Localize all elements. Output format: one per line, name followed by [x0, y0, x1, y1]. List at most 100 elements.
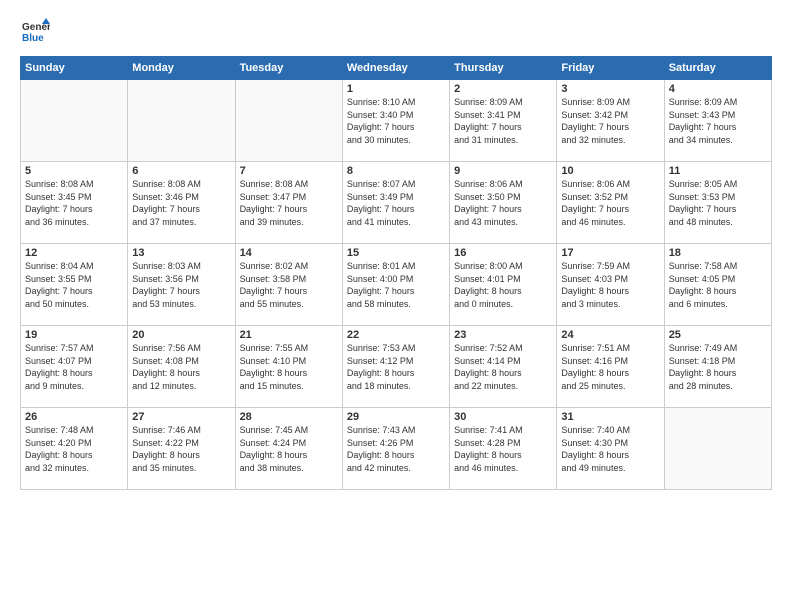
day-info: Sunrise: 8:09 AM Sunset: 3:41 PM Dayligh…	[454, 96, 552, 146]
calendar-day-cell: 17Sunrise: 7:59 AM Sunset: 4:03 PM Dayli…	[557, 244, 664, 326]
weekday-header-thursday: Thursday	[450, 57, 557, 80]
weekday-header-monday: Monday	[128, 57, 235, 80]
weekday-header-tuesday: Tuesday	[235, 57, 342, 80]
day-info: Sunrise: 8:08 AM Sunset: 3:45 PM Dayligh…	[25, 178, 123, 228]
day-number: 22	[347, 329, 445, 341]
calendar-day-cell: 15Sunrise: 8:01 AM Sunset: 4:00 PM Dayli…	[342, 244, 449, 326]
day-info: Sunrise: 7:56 AM Sunset: 4:08 PM Dayligh…	[132, 342, 230, 392]
day-number: 12	[25, 247, 123, 259]
calendar-day-cell: 5Sunrise: 8:08 AM Sunset: 3:45 PM Daylig…	[21, 162, 128, 244]
day-number: 8	[347, 165, 445, 177]
day-number: 9	[454, 165, 552, 177]
calendar-day-cell	[235, 80, 342, 162]
day-number: 14	[240, 247, 338, 259]
day-number: 17	[561, 247, 659, 259]
calendar-week-1: 1Sunrise: 8:10 AM Sunset: 3:40 PM Daylig…	[21, 80, 772, 162]
calendar-day-cell: 18Sunrise: 7:58 AM Sunset: 4:05 PM Dayli…	[664, 244, 771, 326]
day-info: Sunrise: 8:02 AM Sunset: 3:58 PM Dayligh…	[240, 260, 338, 310]
calendar-day-cell: 6Sunrise: 8:08 AM Sunset: 3:46 PM Daylig…	[128, 162, 235, 244]
calendar-day-cell: 10Sunrise: 8:06 AM Sunset: 3:52 PM Dayli…	[557, 162, 664, 244]
calendar-week-5: 26Sunrise: 7:48 AM Sunset: 4:20 PM Dayli…	[21, 408, 772, 490]
day-number: 29	[347, 411, 445, 423]
logo: General Blue	[20, 16, 50, 46]
day-number: 24	[561, 329, 659, 341]
day-number: 28	[240, 411, 338, 423]
day-info: Sunrise: 7:45 AM Sunset: 4:24 PM Dayligh…	[240, 424, 338, 474]
day-info: Sunrise: 8:01 AM Sunset: 4:00 PM Dayligh…	[347, 260, 445, 310]
calendar-week-2: 5Sunrise: 8:08 AM Sunset: 3:45 PM Daylig…	[21, 162, 772, 244]
day-number: 16	[454, 247, 552, 259]
day-number: 11	[669, 165, 767, 177]
page-header: General Blue	[20, 16, 772, 46]
calendar-day-cell: 30Sunrise: 7:41 AM Sunset: 4:28 PM Dayli…	[450, 408, 557, 490]
weekday-header-saturday: Saturday	[664, 57, 771, 80]
day-info: Sunrise: 8:08 AM Sunset: 3:47 PM Dayligh…	[240, 178, 338, 228]
day-number: 10	[561, 165, 659, 177]
calendar-day-cell: 11Sunrise: 8:05 AM Sunset: 3:53 PM Dayli…	[664, 162, 771, 244]
calendar-day-cell: 26Sunrise: 7:48 AM Sunset: 4:20 PM Dayli…	[21, 408, 128, 490]
day-number: 15	[347, 247, 445, 259]
calendar-day-cell: 8Sunrise: 8:07 AM Sunset: 3:49 PM Daylig…	[342, 162, 449, 244]
day-info: Sunrise: 8:03 AM Sunset: 3:56 PM Dayligh…	[132, 260, 230, 310]
day-number: 13	[132, 247, 230, 259]
calendar-day-cell: 29Sunrise: 7:43 AM Sunset: 4:26 PM Dayli…	[342, 408, 449, 490]
day-number: 6	[132, 165, 230, 177]
svg-text:Blue: Blue	[22, 33, 44, 44]
day-info: Sunrise: 7:49 AM Sunset: 4:18 PM Dayligh…	[669, 342, 767, 392]
day-number: 23	[454, 329, 552, 341]
calendar-day-cell: 16Sunrise: 8:00 AM Sunset: 4:01 PM Dayli…	[450, 244, 557, 326]
day-number: 20	[132, 329, 230, 341]
calendar-day-cell: 23Sunrise: 7:52 AM Sunset: 4:14 PM Dayli…	[450, 326, 557, 408]
day-info: Sunrise: 8:06 AM Sunset: 3:50 PM Dayligh…	[454, 178, 552, 228]
calendar-day-cell: 24Sunrise: 7:51 AM Sunset: 4:16 PM Dayli…	[557, 326, 664, 408]
day-info: Sunrise: 7:52 AM Sunset: 4:14 PM Dayligh…	[454, 342, 552, 392]
calendar-week-3: 12Sunrise: 8:04 AM Sunset: 3:55 PM Dayli…	[21, 244, 772, 326]
calendar-table: SundayMondayTuesdayWednesdayThursdayFrid…	[20, 56, 772, 490]
weekday-header-row: SundayMondayTuesdayWednesdayThursdayFrid…	[21, 57, 772, 80]
calendar-day-cell: 4Sunrise: 8:09 AM Sunset: 3:43 PM Daylig…	[664, 80, 771, 162]
day-number: 2	[454, 83, 552, 95]
day-info: Sunrise: 8:05 AM Sunset: 3:53 PM Dayligh…	[669, 178, 767, 228]
day-info: Sunrise: 8:04 AM Sunset: 3:55 PM Dayligh…	[25, 260, 123, 310]
weekday-header-sunday: Sunday	[21, 57, 128, 80]
day-info: Sunrise: 7:58 AM Sunset: 4:05 PM Dayligh…	[669, 260, 767, 310]
day-info: Sunrise: 7:59 AM Sunset: 4:03 PM Dayligh…	[561, 260, 659, 310]
day-number: 1	[347, 83, 445, 95]
day-number: 3	[561, 83, 659, 95]
day-info: Sunrise: 8:06 AM Sunset: 3:52 PM Dayligh…	[561, 178, 659, 228]
calendar-day-cell: 22Sunrise: 7:53 AM Sunset: 4:12 PM Dayli…	[342, 326, 449, 408]
day-info: Sunrise: 8:08 AM Sunset: 3:46 PM Dayligh…	[132, 178, 230, 228]
day-number: 4	[669, 83, 767, 95]
day-info: Sunrise: 8:09 AM Sunset: 3:43 PM Dayligh…	[669, 96, 767, 146]
day-info: Sunrise: 7:48 AM Sunset: 4:20 PM Dayligh…	[25, 424, 123, 474]
day-number: 21	[240, 329, 338, 341]
day-number: 5	[25, 165, 123, 177]
calendar-day-cell: 2Sunrise: 8:09 AM Sunset: 3:41 PM Daylig…	[450, 80, 557, 162]
calendar-day-cell: 9Sunrise: 8:06 AM Sunset: 3:50 PM Daylig…	[450, 162, 557, 244]
weekday-header-friday: Friday	[557, 57, 664, 80]
calendar-day-cell	[21, 80, 128, 162]
calendar-day-cell	[664, 408, 771, 490]
day-info: Sunrise: 7:43 AM Sunset: 4:26 PM Dayligh…	[347, 424, 445, 474]
day-number: 27	[132, 411, 230, 423]
day-info: Sunrise: 7:41 AM Sunset: 4:28 PM Dayligh…	[454, 424, 552, 474]
calendar-day-cell: 20Sunrise: 7:56 AM Sunset: 4:08 PM Dayli…	[128, 326, 235, 408]
day-number: 31	[561, 411, 659, 423]
day-number: 7	[240, 165, 338, 177]
day-info: Sunrise: 7:53 AM Sunset: 4:12 PM Dayligh…	[347, 342, 445, 392]
weekday-header-wednesday: Wednesday	[342, 57, 449, 80]
calendar-day-cell: 14Sunrise: 8:02 AM Sunset: 3:58 PM Dayli…	[235, 244, 342, 326]
day-info: Sunrise: 8:09 AM Sunset: 3:42 PM Dayligh…	[561, 96, 659, 146]
calendar-day-cell: 21Sunrise: 7:55 AM Sunset: 4:10 PM Dayli…	[235, 326, 342, 408]
day-number: 26	[25, 411, 123, 423]
day-info: Sunrise: 8:00 AM Sunset: 4:01 PM Dayligh…	[454, 260, 552, 310]
calendar-week-4: 19Sunrise: 7:57 AM Sunset: 4:07 PM Dayli…	[21, 326, 772, 408]
day-info: Sunrise: 7:40 AM Sunset: 4:30 PM Dayligh…	[561, 424, 659, 474]
calendar-day-cell: 3Sunrise: 8:09 AM Sunset: 3:42 PM Daylig…	[557, 80, 664, 162]
day-info: Sunrise: 7:51 AM Sunset: 4:16 PM Dayligh…	[561, 342, 659, 392]
calendar-day-cell: 31Sunrise: 7:40 AM Sunset: 4:30 PM Dayli…	[557, 408, 664, 490]
calendar-day-cell: 19Sunrise: 7:57 AM Sunset: 4:07 PM Dayli…	[21, 326, 128, 408]
day-info: Sunrise: 8:10 AM Sunset: 3:40 PM Dayligh…	[347, 96, 445, 146]
calendar-day-cell: 25Sunrise: 7:49 AM Sunset: 4:18 PM Dayli…	[664, 326, 771, 408]
day-number: 19	[25, 329, 123, 341]
